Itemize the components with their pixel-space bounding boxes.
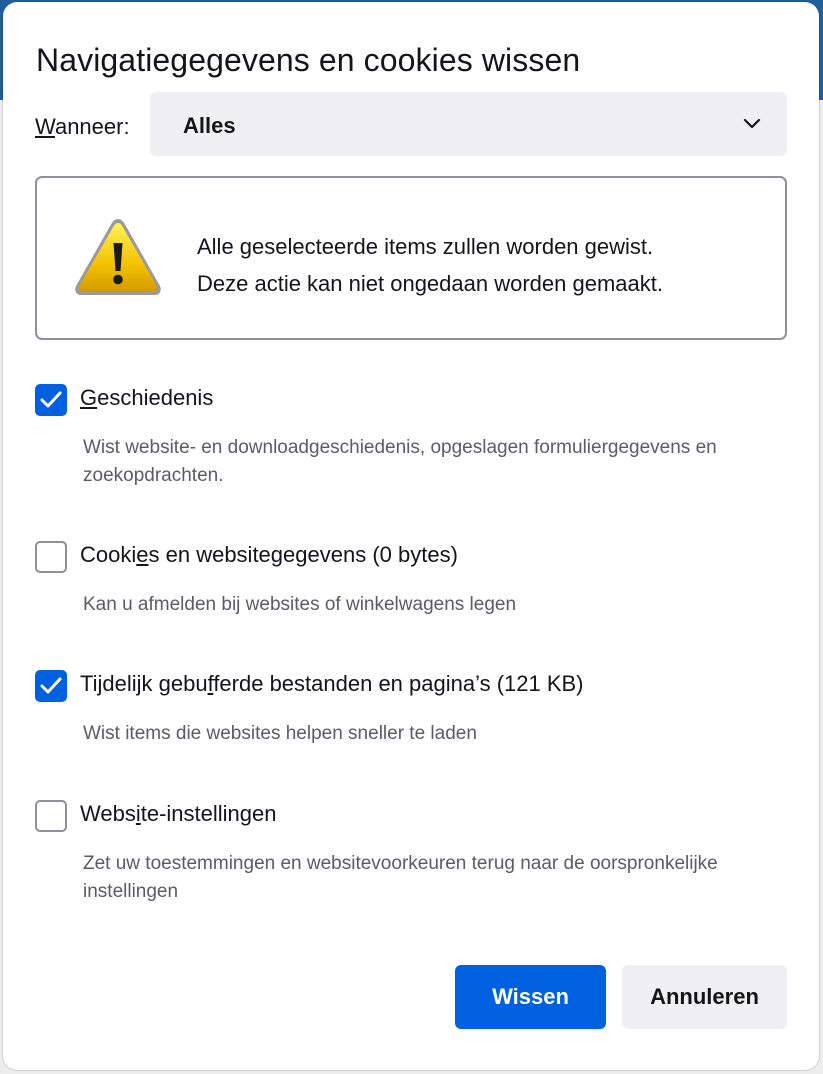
dialog-title: Navigatiegegevens en cookies wissen [36, 42, 581, 78]
cookies-label-post: s en websitegegevens (0 bytes) [148, 542, 458, 567]
cache-description: Wist items die websites helpen sneller t… [83, 723, 477, 744]
checkmark-icon [40, 391, 62, 408]
site-settings-label-pre: Webs [80, 801, 136, 826]
cache-label-pre: Tijdelijk gebu [80, 671, 208, 696]
history-description: Wist website- en downloadgeschiedenis, o… [83, 437, 717, 486]
cookies-description: Kan u afmelden bij websites of winkelwag… [83, 594, 517, 615]
time-range-value: Alles [183, 113, 236, 138]
when-label: Wanneer: [35, 114, 130, 140]
cache-checkbox[interactable] [35, 670, 67, 702]
cache-label[interactable]: Tijdelijk gebufferde bestanden en pagina… [80, 671, 584, 697]
cancel-button[interactable]: Annuleren [622, 965, 787, 1029]
history-checkbox[interactable] [35, 384, 67, 416]
when-label-accesskey: W [35, 114, 55, 139]
when-label-text: anneer: [54, 114, 130, 139]
warning-line-2: Deze actie kan niet ongedaan worden gema… [197, 271, 663, 296]
site-settings-description: Zet uw toestemmingen en websitevoorkeure… [83, 853, 718, 902]
warning-box: Alle geselecteerde items zullen worden g… [35, 176, 787, 340]
cookies-label[interactable]: Cookies en websitegegevens (0 bytes) [80, 542, 458, 568]
history-label-accesskey: G [80, 385, 98, 410]
clear-data-dialog: Navigatiegegevens en cookies wissen Wann… [3, 2, 819, 1070]
warning-message: Alle geselecteerde items zullen worden g… [197, 228, 663, 302]
chevron-down-icon [743, 118, 761, 129]
clear-button[interactable]: Wissen [455, 965, 606, 1029]
cookies-label-accesskey: e [136, 542, 149, 567]
warning-line-1: Alle geselecteerde items zullen worden g… [197, 234, 654, 259]
site-settings-label-post: te-instellingen [140, 801, 277, 826]
history-label-post: eschiedenis [97, 385, 214, 410]
cache-label-post: ferde bestanden en pagina’s (121 KB) [213, 671, 584, 696]
time-range-select[interactable]: Alles [150, 92, 787, 156]
warning-icon [75, 219, 161, 295]
site-settings-label[interactable]: Website-instellingen [80, 801, 276, 827]
cookies-label-pre: Cooki [80, 542, 137, 567]
history-label[interactable]: Geschiedenis [80, 385, 213, 411]
cookies-checkbox[interactable] [35, 541, 67, 573]
site-settings-checkbox[interactable] [35, 800, 67, 832]
checkmark-icon [40, 677, 62, 694]
